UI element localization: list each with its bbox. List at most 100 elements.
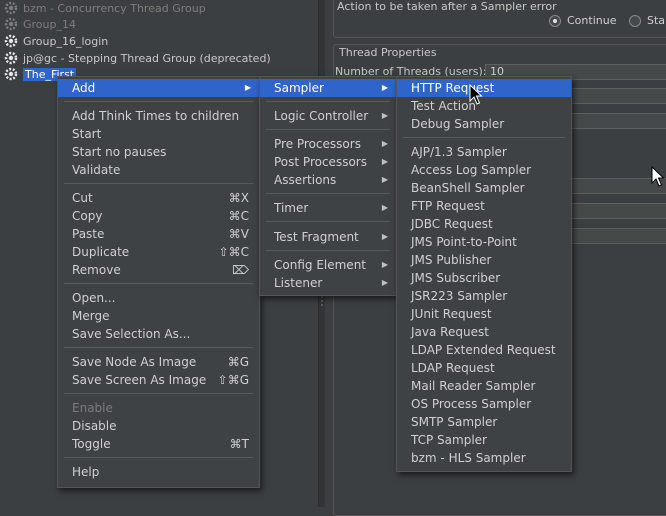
radio-dot-selected (549, 14, 561, 27)
loop-count-input[interactable] (571, 113, 666, 129)
tree-item-label: bzm - Concurrency Thread Group (23, 1, 206, 15)
menu-item-add[interactable]: Add ▶ (58, 79, 259, 97)
menu-item-save-screen-image[interactable]: Save Screen As Image ⇧⌘G (58, 371, 259, 389)
menu-separator (64, 183, 253, 184)
menu-item-label: Cut (72, 191, 93, 205)
radio-continue[interactable]: Continue (549, 14, 616, 27)
menu-item-label: Remove (72, 263, 121, 277)
submenu-arrow-icon: ▶ (381, 260, 388, 269)
menu-item-test-fragment[interactable]: Test Fragment ▶ (260, 228, 396, 246)
splitter-grip (321, 296, 323, 298)
menu-item-jms-publisher[interactable]: JMS Publisher (397, 251, 571, 269)
menu-item-label: Validate (72, 163, 121, 177)
menu-separator (64, 347, 253, 348)
menu-item-label: Start no pauses (72, 145, 167, 159)
menu-separator (64, 283, 253, 284)
radio-start-next-label: Sta (647, 14, 666, 27)
menu-separator (266, 221, 390, 222)
menu-item-config-element[interactable]: Config Element ▶ (260, 256, 396, 274)
tree-item-group-16-login[interactable]: Group_16_login (4, 33, 108, 49)
menu-item-save-node-image[interactable]: Save Node As Image ⌘G (58, 353, 259, 371)
tree-item-label: jp@gc - Stepping Thread Group (deprecate… (23, 51, 271, 65)
gear-icon (4, 67, 18, 81)
menu-item-label: FTP Request (411, 199, 485, 213)
tree-item-concurrency-thread-group[interactable]: bzm - Concurrency Thread Group (4, 0, 206, 16)
menu-item-cut[interactable]: Cut ⌘X (58, 189, 259, 207)
menu-item-open[interactable]: Open... (58, 289, 259, 307)
menu-item-label: Debug Sampler (411, 117, 505, 131)
splitter-grip (321, 300, 323, 302)
menu-item-debug-sampler[interactable]: Debug Sampler (397, 115, 571, 133)
menu-item-jsr223-sampler[interactable]: JSR223 Sampler (397, 287, 571, 305)
menu-item-ldap-extended-request[interactable]: LDAP Extended Request (397, 341, 571, 359)
menu-item-sampler[interactable]: Sampler ▶ (260, 79, 396, 97)
radio-start-next[interactable]: Sta (629, 14, 665, 27)
menu-item-jms-subscriber[interactable]: JMS Subscriber (397, 269, 571, 287)
menu-item-jdbc-request[interactable]: JDBC Request (397, 215, 571, 233)
menu-item-shortcut: ⇧⌘G (217, 373, 249, 387)
menu-item-mail-reader-sampler[interactable]: Mail Reader Sampler (397, 377, 571, 395)
menu-item-merge[interactable]: Merge (58, 307, 259, 325)
startup-delay-input[interactable] (571, 203, 666, 219)
menu-item-logic-controller[interactable]: Logic Controller ▶ (260, 107, 396, 125)
menu-item-save-selection[interactable]: Save Selection As... (58, 325, 259, 343)
menu-item-ajp-sampler[interactable]: AJP/1.3 Sampler (397, 143, 571, 161)
menu-item-java-request[interactable]: Java Request (397, 323, 571, 341)
menu-item-shortcut: ⌘T (229, 437, 249, 451)
menu-item-label: bzm - HLS Sampler (411, 451, 526, 465)
menu-item-test-action[interactable]: Test Action (397, 97, 571, 115)
menu-item-label: Test Fragment (274, 230, 359, 244)
menu-item-assertions[interactable]: Assertions ▶ (260, 171, 396, 189)
submenu-arrow-icon: ▶ (381, 232, 388, 241)
menu-item-label: LDAP Request (411, 361, 495, 375)
menu-item-remove[interactable]: Remove ⌦ (58, 261, 259, 279)
menu-item-listener[interactable]: Listener ▶ (260, 274, 396, 292)
menu-item-label: Pre Processors (274, 137, 361, 151)
menu-item-jms-point-to-point[interactable]: JMS Point-to-Point (397, 233, 571, 251)
menu-item-pre-processors[interactable]: Pre Processors ▶ (260, 135, 396, 153)
menu-item-hls-sampler[interactable]: bzm - HLS Sampler (397, 449, 571, 467)
menu-item-ftp-request[interactable]: FTP Request (397, 197, 571, 215)
submenu-arrow-icon: ▶ (381, 83, 388, 92)
tree-item-stepping-thread-group[interactable]: jp@gc - Stepping Thread Group (deprecate… (4, 50, 271, 66)
menu-item-label: Sampler (274, 81, 324, 95)
menu-item-disable[interactable]: Disable (58, 417, 259, 435)
menu-item-label: Paste (72, 227, 105, 241)
menu-item-http-request[interactable]: HTTP Request (397, 79, 571, 97)
menu-item-os-process-sampler[interactable]: OS Process Sampler (397, 395, 571, 413)
menu-item-post-processors[interactable]: Post Processors ▶ (260, 153, 396, 171)
menu-item-label: Listener (274, 276, 323, 290)
menu-item-shortcut: ⌘C (228, 209, 249, 223)
menu-item-junit-request[interactable]: JUnit Request (397, 305, 571, 323)
menu-item-toggle[interactable]: Toggle ⌘T (58, 435, 259, 453)
menu-separator (266, 250, 390, 251)
menu-item-start-no-pauses[interactable]: Start no pauses (58, 143, 259, 161)
menu-item-beanshell-sampler[interactable]: BeanShell Sampler (397, 179, 571, 197)
menu-item-access-log-sampler[interactable]: Access Log Sampler (397, 161, 571, 179)
menu-item-copy[interactable]: Copy ⌘C (58, 207, 259, 225)
menu-item-shortcut: ⌘X (228, 191, 249, 205)
menu-item-add-think-times[interactable]: Add Think Times to children (58, 107, 259, 125)
menu-item-help[interactable]: Help (58, 463, 259, 481)
tree-item-label: Group_14 (23, 17, 76, 31)
menu-item-validate[interactable]: Validate (58, 161, 259, 179)
menu-item-label: BeanShell Sampler (411, 181, 525, 195)
context-menu: Add ▶ Add Think Times to children Start … (57, 76, 260, 488)
ramp-up-input[interactable] (571, 88, 666, 104)
tree-item-group-14[interactable]: Group_14 (4, 16, 76, 32)
menu-item-label: Java Request (411, 325, 489, 339)
menu-separator (266, 193, 390, 194)
menu-item-duplicate[interactable]: Duplicate ⇧⌘C (58, 243, 259, 261)
menu-item-start[interactable]: Start (58, 125, 259, 143)
gear-icon (4, 17, 18, 31)
menu-item-paste[interactable]: Paste ⌘V (58, 225, 259, 243)
menu-item-label: Logic Controller (274, 109, 369, 123)
menu-item-label: Access Log Sampler (411, 163, 532, 177)
extra-input[interactable] (571, 228, 666, 244)
menu-item-smtp-sampler[interactable]: SMTP Sampler (397, 413, 571, 431)
menu-separator (266, 101, 390, 102)
menu-item-timer[interactable]: Timer ▶ (260, 199, 396, 217)
menu-item-tcp-sampler[interactable]: TCP Sampler (397, 431, 571, 449)
menu-item-ldap-request[interactable]: LDAP Request (397, 359, 571, 377)
thread-properties-title: Thread Properties (337, 46, 439, 59)
